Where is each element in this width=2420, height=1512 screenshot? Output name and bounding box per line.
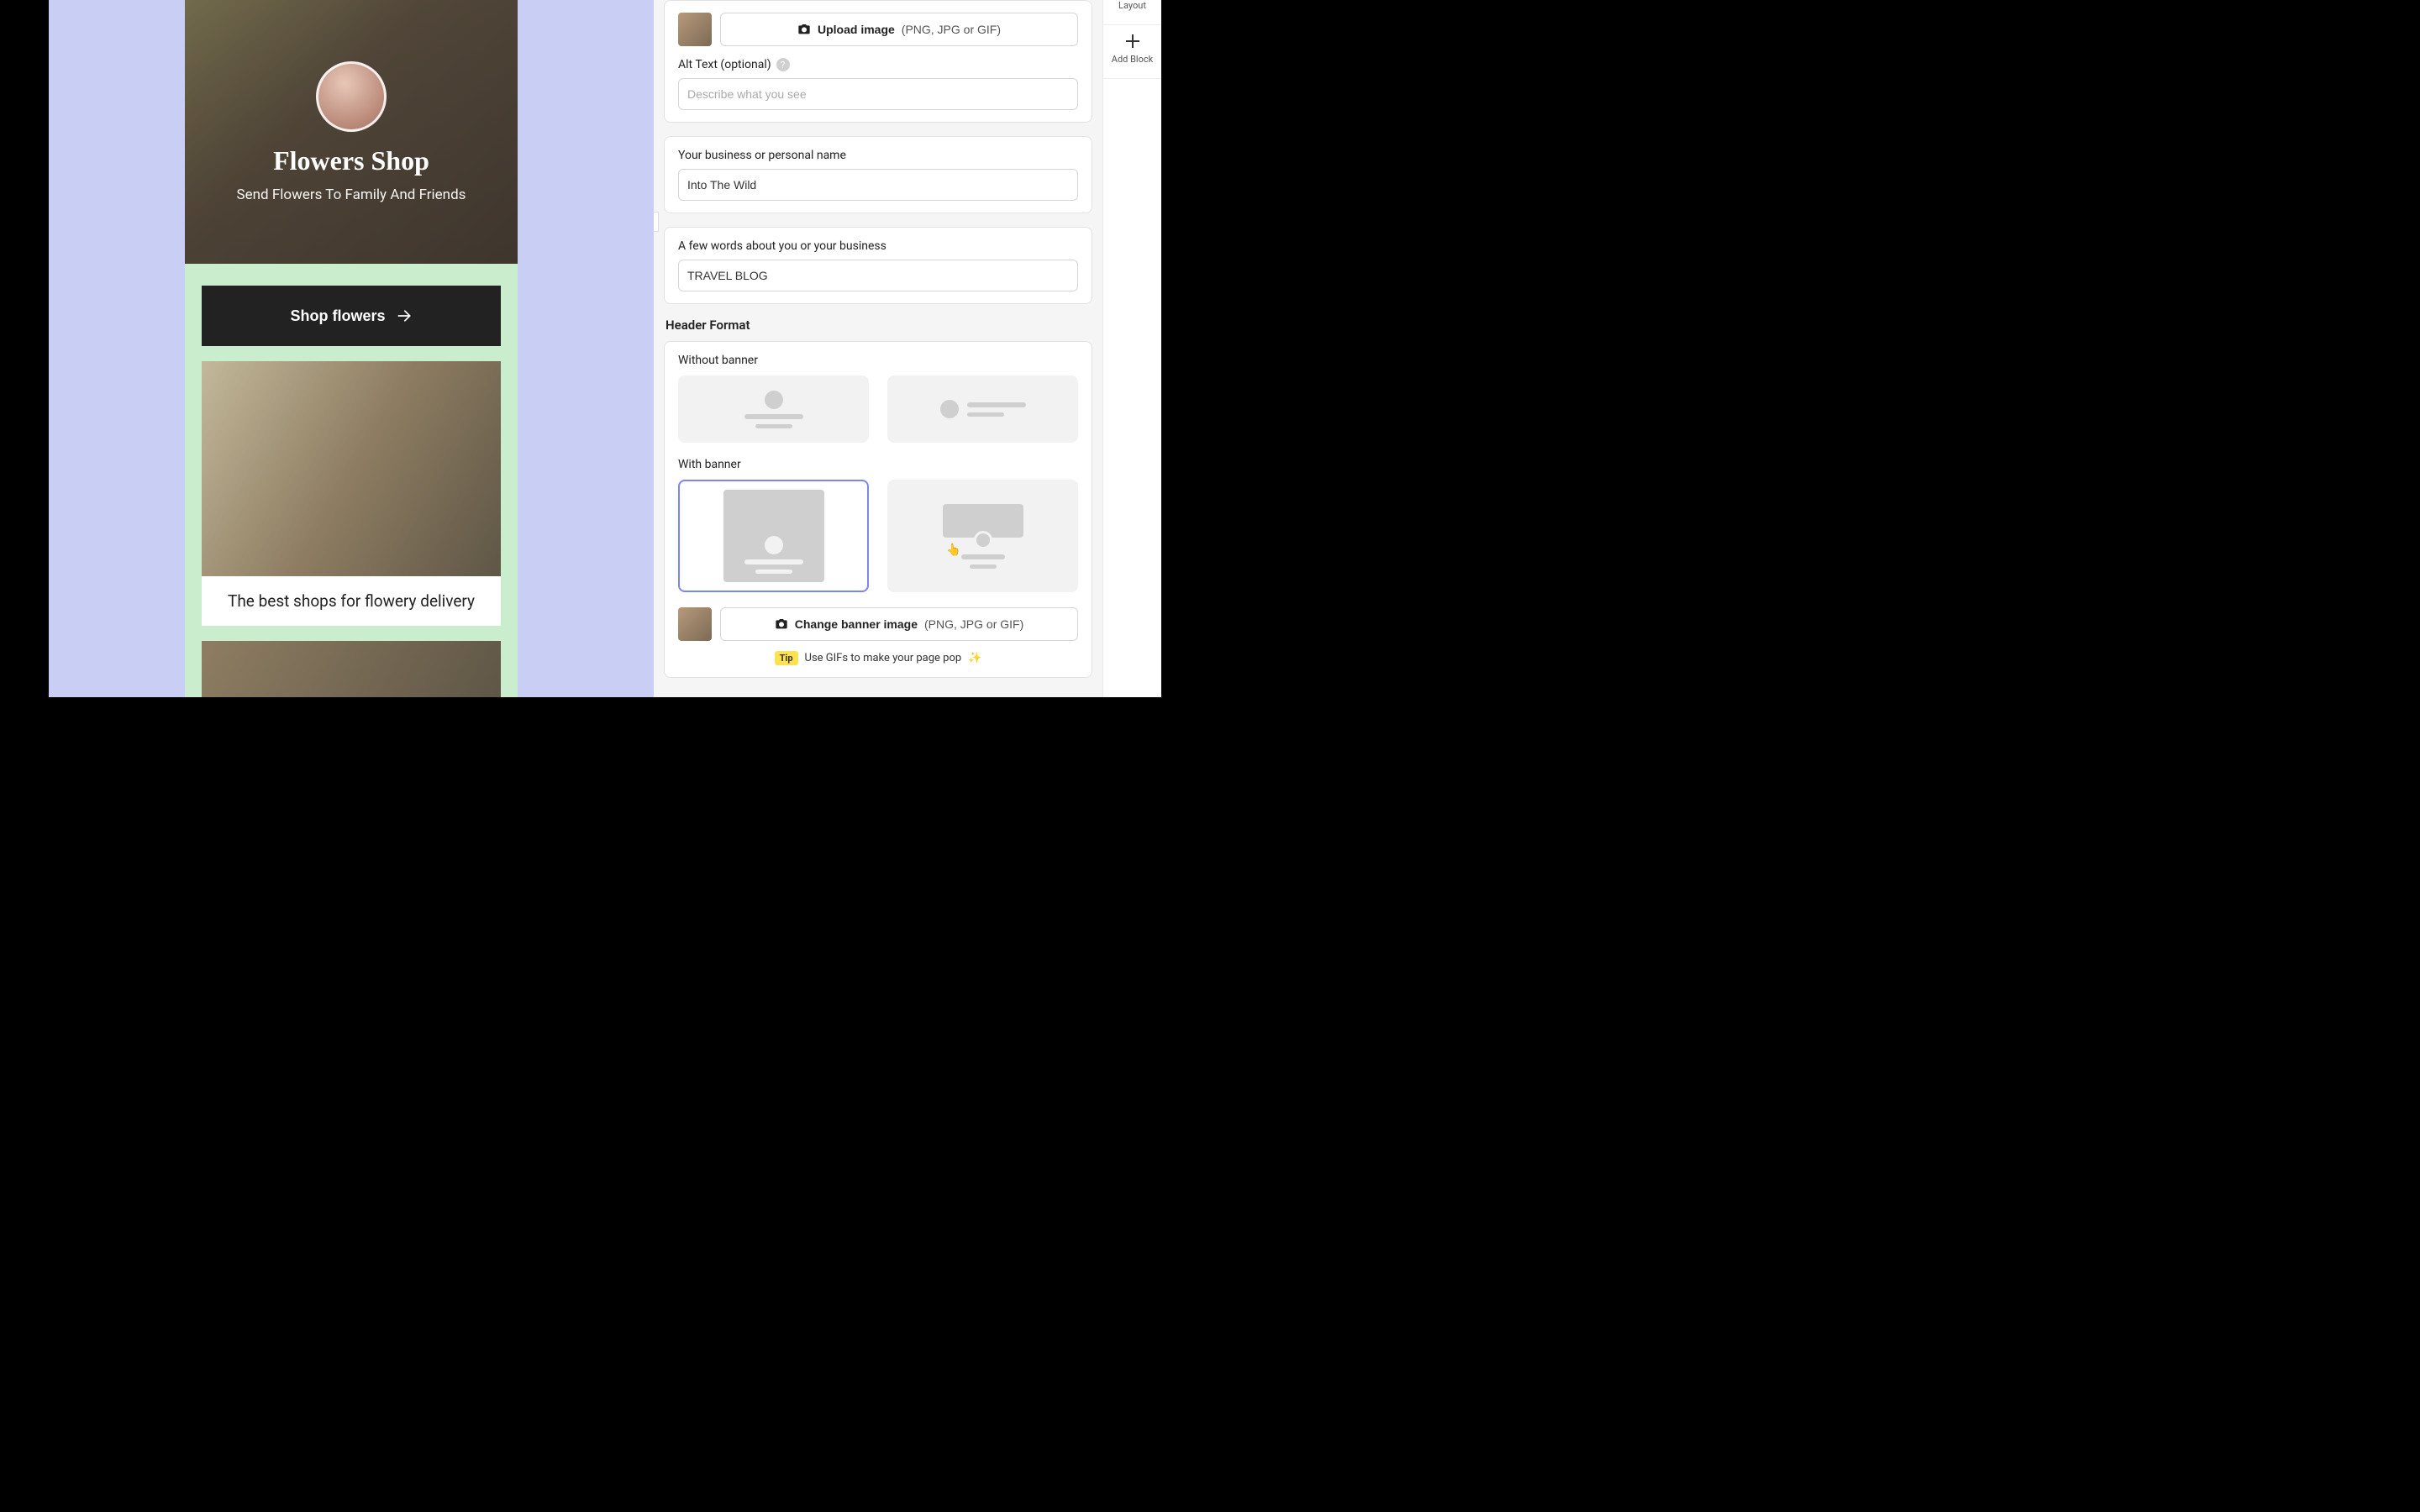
header-format-banner-overlap[interactable]: 👆 bbox=[887, 480, 1078, 592]
tip-row: Tip Use GIFs to make your page pop ✨ bbox=[678, 651, 1078, 665]
preview-pane: Flowers Shop Send Flowers To Family And … bbox=[49, 0, 654, 697]
logo-thumbnail bbox=[678, 13, 712, 46]
camera-icon bbox=[775, 617, 788, 631]
preview-subtitle: Send Flowers To Family And Friends bbox=[237, 186, 466, 203]
rail-layout[interactable]: Layout bbox=[1103, 0, 1161, 25]
business-name-section: Your business or personal name bbox=[664, 136, 1092, 213]
without-banner-label: Without banner bbox=[678, 354, 1078, 367]
preview-title: Flowers Shop bbox=[273, 145, 429, 176]
rail-layout-label: Layout bbox=[1118, 0, 1146, 11]
rail-add-block-label: Add Block bbox=[1112, 54, 1153, 65]
upload-image-button[interactable]: Upload image (PNG, JPG or GIF) bbox=[720, 13, 1078, 46]
alt-text-input[interactable] bbox=[678, 78, 1078, 110]
tip-badge: Tip bbox=[775, 651, 798, 665]
upload-image-label: Upload image bbox=[818, 23, 895, 36]
help-icon[interactable]: ? bbox=[776, 58, 790, 71]
shop-button[interactable]: Shop flowers bbox=[202, 286, 501, 346]
camera-icon bbox=[797, 23, 811, 36]
preview-card-2 bbox=[202, 641, 501, 697]
business-name-input[interactable] bbox=[678, 169, 1078, 201]
avatar bbox=[316, 61, 387, 132]
header-format-left[interactable] bbox=[887, 375, 1078, 443]
settings-pane: ▸ Upload image (PNG, JPG or GIF) Alt Tex… bbox=[654, 0, 1102, 697]
preview-hero: Flowers Shop Send Flowers To Family And … bbox=[185, 0, 518, 264]
tip-text: Use GIFs to make your page pop bbox=[805, 652, 962, 664]
about-label: A few words about you or your business bbox=[678, 239, 1078, 253]
alt-text-label: Alt Text (optional) ? bbox=[678, 58, 1078, 71]
header-format-title: Header Format bbox=[666, 318, 1092, 333]
rail-add-block[interactable]: Add Block bbox=[1103, 25, 1161, 79]
preview-body: Shop flowers The best shops for flowery … bbox=[185, 264, 518, 697]
cursor-icon: 👆 bbox=[946, 543, 960, 557]
banner-thumbnail bbox=[678, 607, 712, 641]
collapse-handle[interactable]: ▸ bbox=[654, 212, 659, 232]
preview-card: The best shops for flowery delivery bbox=[202, 361, 501, 626]
about-section: A few words about you or your business bbox=[664, 227, 1092, 304]
upload-section: Upload image (PNG, JPG or GIF) Alt Text … bbox=[664, 0, 1092, 123]
header-format-banner-full[interactable] bbox=[678, 480, 869, 592]
phone-preview: Flowers Shop Send Flowers To Family And … bbox=[185, 0, 518, 697]
about-input[interactable] bbox=[678, 260, 1078, 291]
change-banner-button[interactable]: Change banner image (PNG, JPG or GIF) bbox=[720, 607, 1078, 641]
arrow-right-icon bbox=[396, 307, 413, 324]
change-banner-label: Change banner image bbox=[795, 617, 918, 631]
header-format-centered[interactable] bbox=[678, 375, 869, 443]
app-frame: Flowers Shop Send Flowers To Family And … bbox=[49, 0, 1161, 697]
preview-card-image bbox=[202, 361, 501, 576]
upload-image-hint: (PNG, JPG or GIF) bbox=[902, 23, 1001, 36]
right-rail: Layout Add Block bbox=[1102, 0, 1161, 697]
change-banner-hint: (PNG, JPG or GIF) bbox=[924, 617, 1023, 631]
plus-icon bbox=[1125, 34, 1140, 49]
shop-button-label: Shop flowers bbox=[290, 307, 385, 325]
preview-card-caption: The best shops for flowery delivery bbox=[202, 576, 501, 626]
header-format-section: Without banner bbox=[664, 341, 1092, 678]
sparkle-icon: ✨ bbox=[968, 652, 981, 664]
with-banner-label: With banner bbox=[678, 458, 1078, 471]
business-name-label: Your business or personal name bbox=[678, 149, 1078, 162]
